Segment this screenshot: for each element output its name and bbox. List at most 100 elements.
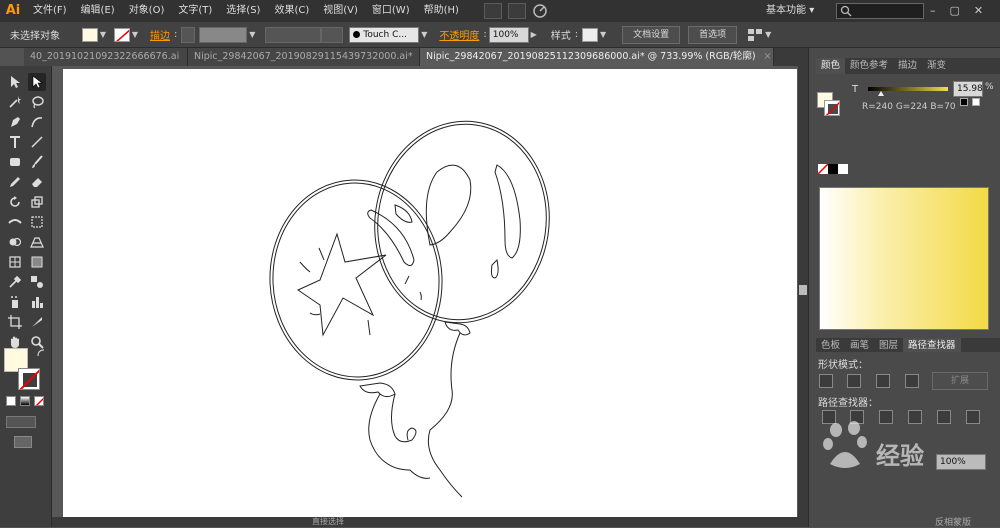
white-color-swatch[interactable] (838, 164, 848, 174)
chevron-down-icon[interactable]: ▼ (598, 30, 608, 39)
color-spectrum-ramp[interactable] (819, 187, 989, 330)
tab-document-1[interactable]: 40_20191021092322666676.ai× (24, 48, 188, 66)
slice-tool[interactable] (28, 313, 46, 331)
tint-percent-field[interactable]: 15.98 (953, 81, 983, 97)
tab-pathfinder[interactable]: 路径查找器 (903, 338, 961, 352)
maximize-button[interactable]: ▢ (950, 0, 960, 22)
screen-mode-button[interactable] (14, 436, 32, 448)
close-icon[interactable]: × (764, 48, 772, 66)
mesh-tool[interactable] (6, 253, 24, 271)
direct-selection-tool[interactable] (28, 73, 46, 91)
stroke-weight-field[interactable] (199, 26, 248, 43)
menu-type[interactable]: 文字(T) (171, 0, 219, 22)
opacity-label[interactable]: 不透明度 (435, 27, 483, 42)
arrange-documents-button[interactable] (507, 3, 526, 19)
menu-object[interactable]: 对象(O) (122, 0, 172, 22)
rotate-tool[interactable] (6, 193, 24, 211)
stroke-color-swatch[interactable] (114, 27, 130, 42)
eraser-tool[interactable] (28, 173, 46, 191)
tab-color-guide[interactable]: 颜色参考 (845, 58, 893, 74)
blend-tool[interactable] (28, 273, 46, 291)
swap-fill-stroke-icon[interactable] (36, 348, 46, 358)
curvature-tool[interactable] (28, 113, 46, 131)
tab-document-active[interactable]: Nipic_29842067_20190825112309686000.ai* … (420, 48, 774, 66)
gpu-performance-icon[interactable] (532, 3, 548, 19)
free-transform-tool[interactable] (28, 213, 46, 231)
chevron-down-icon[interactable]: ▼ (98, 30, 108, 39)
menu-help[interactable]: 帮助(H) (417, 0, 466, 22)
workspace-switcher[interactable]: 基本功能 ▾ (766, 0, 814, 22)
intersect-button[interactable] (876, 374, 890, 388)
minimize-button[interactable]: – (930, 0, 936, 22)
exclude-button[interactable] (905, 374, 919, 388)
profile-dropdown[interactable] (321, 26, 344, 43)
menu-effect[interactable]: 效果(C) (267, 0, 316, 22)
symbol-sprayer-tool[interactable] (6, 293, 24, 311)
menu-file[interactable]: 文件(F) (26, 0, 74, 22)
bridge-button[interactable] (483, 3, 502, 19)
arrange-icon[interactable] (747, 28, 763, 42)
opacity-field[interactable]: 100% (488, 26, 529, 43)
chevron-down-icon[interactable]: ▼ (130, 30, 140, 39)
menu-edit[interactable]: 编辑(E) (74, 0, 122, 22)
tab-gradient[interactable]: 渐变 (922, 58, 951, 74)
black-color-swatch[interactable] (828, 164, 838, 174)
preferences-button[interactable]: 首选项 (688, 25, 738, 44)
perspective-grid-tool[interactable] (28, 233, 46, 251)
panel-stroke-swatch[interactable] (824, 100, 840, 116)
column-graph-tool[interactable] (28, 293, 46, 311)
menu-window[interactable]: 窗口(W) (365, 0, 417, 22)
white-swatch[interactable] (972, 98, 980, 106)
menu-select[interactable]: 选择(S) (219, 0, 267, 22)
shape-modes-label: 形状模式： (818, 360, 868, 371)
lasso-tool[interactable] (28, 93, 46, 111)
tab-layers[interactable]: 图层 (874, 338, 903, 352)
chevron-down-icon[interactable]: ▼ (419, 30, 429, 39)
line-segment-tool[interactable] (28, 133, 46, 151)
shape-builder-tool[interactable] (6, 233, 24, 251)
chevron-down-icon[interactable]: ▶ (529, 30, 539, 39)
unite-button[interactable] (819, 374, 833, 388)
fill-color-swatch[interactable] (82, 27, 98, 42)
stroke-swatch[interactable] (18, 368, 40, 390)
color-mode-button[interactable] (6, 396, 16, 406)
eyedropper-tool[interactable] (6, 273, 24, 291)
close-window-button[interactable]: ✕ (974, 0, 983, 22)
paintbrush-tool[interactable] (28, 153, 46, 171)
black-swatch[interactable] (960, 98, 968, 106)
stroke-weight-stepper[interactable] (181, 26, 196, 43)
graphic-style-swatch[interactable] (582, 27, 599, 42)
menu-view[interactable]: 视图(V) (316, 0, 365, 22)
none-swatch[interactable] (818, 164, 828, 174)
rectangle-tool[interactable] (6, 153, 24, 171)
none-mode-button[interactable] (34, 396, 44, 406)
selection-tool[interactable] (6, 73, 24, 91)
chevron-down-icon[interactable]: ▼ (763, 30, 773, 39)
tab-brushes[interactable]: 画笔 (845, 338, 874, 352)
variable-width-profile[interactable] (265, 26, 322, 43)
gradient-mode-button[interactable] (20, 396, 30, 406)
pencil-tool[interactable] (6, 173, 24, 191)
magic-wand-tool[interactable] (6, 93, 24, 111)
document-setup-button[interactable]: 文档设置 (622, 25, 681, 44)
width-tool[interactable] (6, 213, 24, 231)
minus-front-button[interactable] (847, 374, 861, 388)
artboard-tool[interactable] (6, 313, 24, 331)
tab-color[interactable]: 颜色 (816, 58, 846, 74)
help-search-input[interactable] (836, 3, 924, 19)
tab-document-2[interactable]: Nipic_29842067_20190829115439732000.ai*× (188, 48, 420, 66)
scale-tool[interactable] (28, 193, 46, 211)
drawing-modes-button[interactable] (6, 416, 36, 428)
expand-button[interactable]: 扩展 (932, 372, 988, 390)
type-tool[interactable] (6, 133, 24, 151)
chevron-down-icon[interactable]: ▼ (247, 30, 257, 39)
tab-stroke[interactable]: 描边 (893, 58, 922, 74)
tint-slider-handle[interactable] (878, 91, 884, 96)
pen-tool[interactable] (6, 113, 24, 131)
brush-definition-dropdown[interactable]: Touch C... (349, 26, 420, 43)
tab-swatches[interactable]: 色板 (816, 338, 845, 352)
artboard[interactable] (63, 69, 797, 517)
stroke-label[interactable]: 描边 (146, 27, 174, 42)
gradient-tool[interactable] (28, 253, 46, 271)
vertical-scroll-thumb[interactable] (799, 285, 807, 295)
